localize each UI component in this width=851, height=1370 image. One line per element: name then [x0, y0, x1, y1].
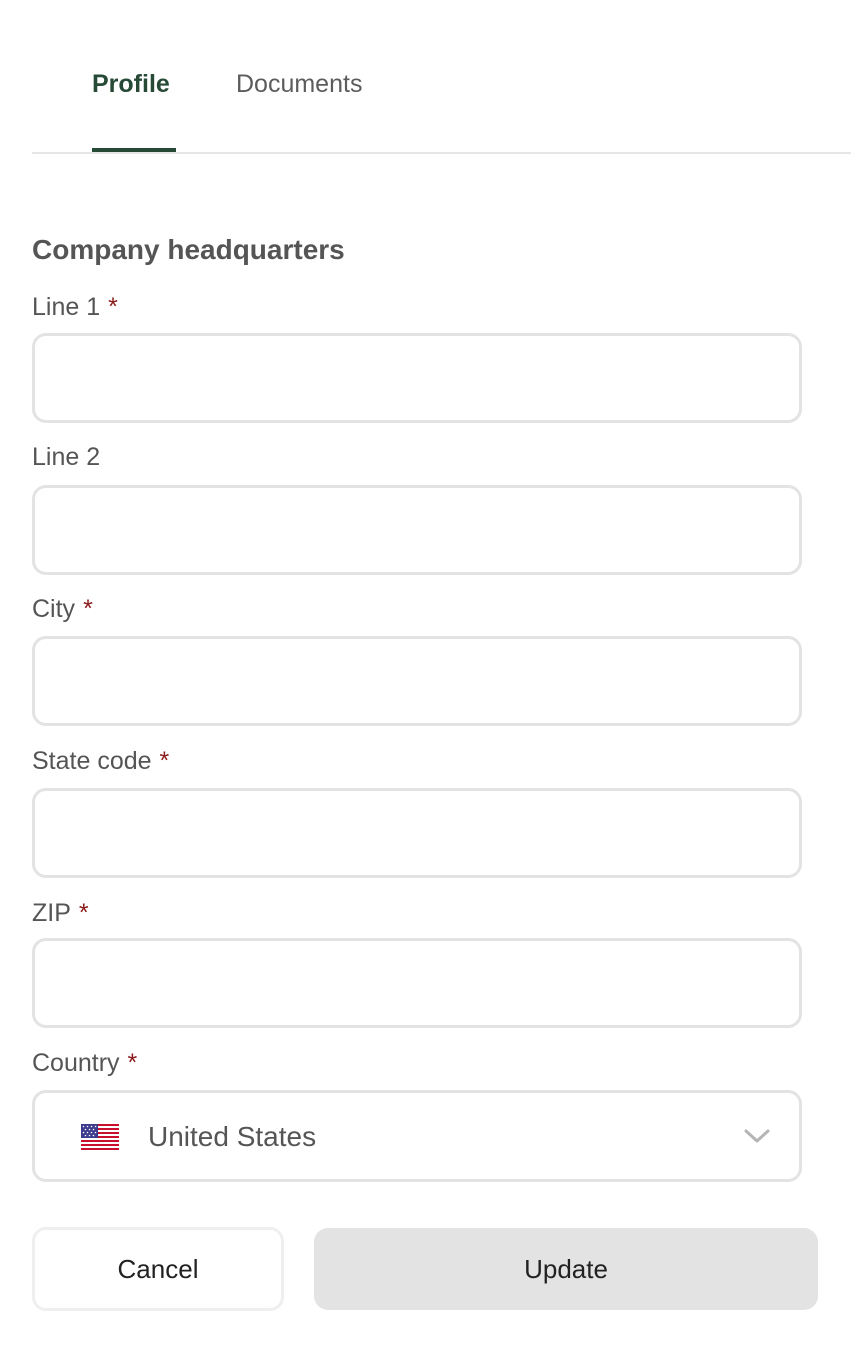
line1-label-text: Line 1 [32, 293, 101, 321]
country-select-value: United States [148, 1121, 317, 1152]
country-label-text: Country [32, 1049, 120, 1077]
line2-label: Line 2 [32, 441, 100, 473]
country-select[interactable]: United States [32, 1090, 802, 1182]
city-label-text: City [32, 595, 76, 623]
zip-input[interactable] [32, 938, 802, 1028]
active-tab-indicator [92, 148, 176, 152]
required-asterisk: * [78, 899, 89, 927]
city-label: City * [32, 593, 93, 625]
required-asterisk: * [159, 747, 170, 775]
chevron-down-icon [744, 1129, 770, 1143]
line1-label: Line 1 * [32, 291, 118, 323]
tab-documents[interactable]: Documents [236, 66, 362, 102]
us-flag-icon [81, 1124, 119, 1150]
state-code-label: State code * [32, 745, 169, 777]
tab-bar: Profile Documents [32, 0, 851, 154]
required-asterisk: * [108, 293, 118, 321]
line1-input[interactable] [32, 333, 802, 423]
state-code-input[interactable] [32, 788, 802, 878]
company-profile-form-page: Profile Documents Company headquarters L… [0, 0, 851, 1370]
update-button[interactable]: Update [314, 1228, 818, 1310]
line2-label-text: Line 2 [32, 443, 101, 471]
line2-input[interactable] [32, 485, 802, 575]
tab-profile[interactable]: Profile [92, 66, 170, 102]
required-asterisk: * [127, 1049, 138, 1077]
required-asterisk: * [83, 595, 93, 623]
country-label: Country * [32, 1047, 137, 1079]
section-title: Company headquarters [32, 234, 345, 265]
zip-label: ZIP * [32, 897, 89, 929]
state-code-label-text: State code [32, 747, 152, 775]
zip-label-text: ZIP [32, 899, 71, 927]
cancel-button[interactable]: Cancel [32, 1227, 284, 1311]
city-input[interactable] [32, 636, 802, 726]
